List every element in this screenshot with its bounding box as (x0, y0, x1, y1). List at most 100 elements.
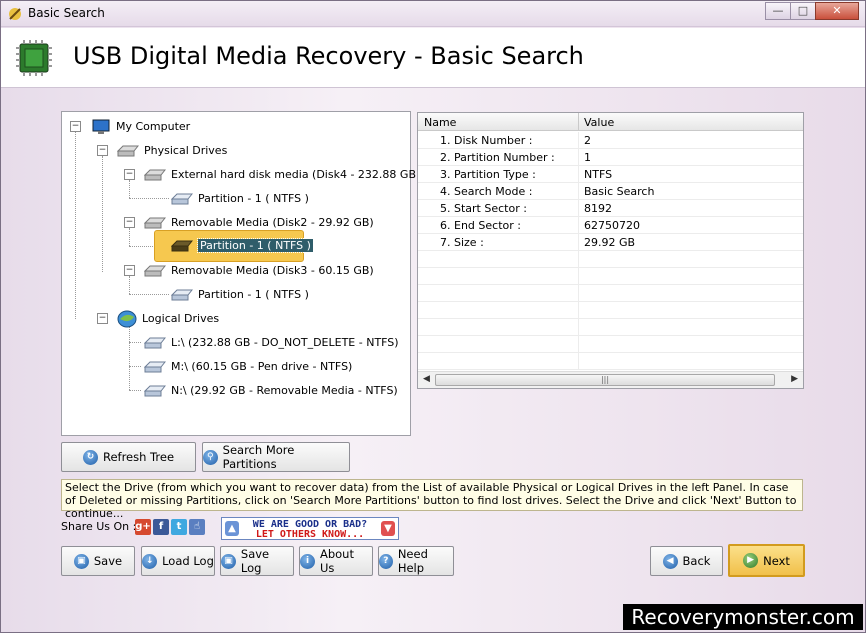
minimize-icon: — (772, 4, 784, 17)
table-row[interactable]: 5. Start Sector : 8192 (418, 200, 803, 217)
tree-label: External hard disk media (Disk4 - 232.88… (171, 168, 421, 181)
row-value: 29.92 GB (584, 236, 636, 249)
drive-icon (144, 217, 166, 229)
button-label: Need Help (397, 547, 428, 575)
load-log-button[interactable]: ↓ Load Log (141, 546, 215, 576)
tree-node-physical-drives[interactable]: Physical Drives (117, 142, 227, 160)
empty-row (418, 285, 803, 302)
collapse-toggle[interactable]: − (97, 313, 108, 324)
back-button[interactable]: ◀ Back (650, 546, 723, 576)
row-name: 6. End Sector : (440, 219, 521, 232)
need-help-button[interactable]: ? Need Help (378, 546, 454, 576)
table-row[interactable]: 1. Disk Number : 2 (418, 132, 803, 149)
search-more-partitions-button[interactable]: ⚲ Search More Partitions (202, 442, 350, 472)
facebook-icon[interactable]: f (153, 519, 169, 535)
tree-label: Removable Media (Disk3 - 60.15 GB) (171, 264, 374, 277)
thumbs-up-icon: ▲ (225, 521, 239, 536)
drive-tree[interactable]: − My Computer − Physical Drives − Extern… (61, 111, 420, 436)
feedback-banner[interactable]: ▲ WE ARE GOOD OR BAD? LET OTHERS KNOW...… (221, 517, 399, 540)
about-us-button[interactable]: i About Us (299, 546, 373, 576)
save-icon: ▣ (73, 553, 89, 569)
scroll-left-icon[interactable]: ◀ (423, 374, 430, 384)
button-label: Save Log (240, 547, 270, 575)
banner-line2: LET OTHERS KNOW... (255, 529, 365, 540)
maximize-icon: □ (797, 4, 809, 17)
tree-label: Removable Media (Disk2 - 29.92 GB) (171, 216, 374, 229)
row-value: Basic Search (584, 185, 655, 198)
button-label: Refresh Tree (102, 450, 175, 464)
maximize-button[interactable]: □ (790, 2, 816, 20)
minimize-button[interactable]: — (765, 2, 791, 20)
drive-icon (144, 169, 166, 181)
properties-grid[interactable]: Name Value 1. Disk Number : 2 2. Partitio… (417, 112, 804, 389)
tree-node-drive-m[interactable]: M:\ (60.15 GB - Pen drive - NTFS) (144, 358, 352, 376)
header-banner: USB Digital Media Recovery - Basic Searc… (1, 28, 865, 88)
tree-label: Physical Drives (144, 144, 228, 157)
scroll-thumb[interactable]: ||| (435, 374, 775, 386)
empty-row (418, 336, 803, 353)
table-row[interactable]: 6. End Sector : 62750720 (418, 217, 803, 234)
tree-node-disk2-partition1[interactable]: Partition - 1 ( NTFS ) (171, 237, 314, 255)
tree-label: Partition - 1 ( NTFS ) (198, 288, 309, 301)
horizontal-scrollbar[interactable]: ◀ ||| ▶ (418, 371, 803, 388)
column-header-name[interactable]: Name (424, 116, 456, 129)
refresh-tree-button[interactable]: ↻ Refresh Tree (61, 442, 196, 472)
tree-label: My Computer (116, 120, 191, 133)
tree-node-disk3-partition1[interactable]: Partition - 1 ( NTFS ) (171, 286, 309, 304)
drive-icon (144, 265, 166, 277)
app-window: Basic Search — □ ✕ USB Digital Media Rec… (0, 0, 866, 633)
empty-row (418, 268, 803, 285)
collapse-toggle[interactable]: − (70, 121, 81, 132)
instructions-text: Select the Drive (from which you want to… (61, 479, 803, 520)
tree-node-drive-l[interactable]: L:\ (232.88 GB - DO_NOT_DELETE - NTFS) (144, 334, 399, 352)
button-label: Next (763, 553, 790, 568)
partition-icon (171, 289, 193, 301)
tree-node-disk4-partition1[interactable]: Partition - 1 ( NTFS ) (171, 190, 309, 208)
row-name: 1. Disk Number : (440, 134, 533, 147)
watermark: Recoverymonster.com (623, 604, 863, 630)
tree-label: Partition - 1 ( NTFS ) (198, 192, 309, 205)
next-button[interactable]: ▶ Next (728, 544, 805, 577)
table-row[interactable]: 4. Search Mode : Basic Search (418, 183, 803, 200)
button-label: Load Log (162, 554, 214, 568)
tree-node-disk3[interactable]: Removable Media (Disk3 - 60.15 GB) (144, 262, 374, 280)
scroll-right-icon[interactable]: ▶ (791, 374, 798, 384)
table-row[interactable]: 3. Partition Type : NTFS (418, 166, 803, 183)
close-button[interactable]: ✕ (815, 2, 859, 20)
google-plus-icon[interactable]: g+ (135, 519, 151, 535)
tree-node-logical-drives[interactable]: Logical Drives (117, 310, 219, 328)
share-label: Share Us On : (61, 520, 137, 533)
empty-row (418, 319, 803, 336)
download-icon: ↓ (142, 553, 158, 569)
collapse-toggle[interactable]: − (124, 169, 135, 180)
drive-icon (144, 337, 166, 349)
table-row[interactable]: 7. Size : 29.92 GB (418, 234, 803, 251)
collapse-toggle[interactable]: − (97, 145, 108, 156)
close-icon: ✕ (832, 4, 842, 17)
tree-label: L:\ (232.88 GB - DO_NOT_DELETE - NTFS) (171, 336, 399, 349)
tree-label-selected: Partition - 1 ( NTFS ) (197, 238, 314, 253)
tree-node-my-computer[interactable]: My Computer (91, 118, 190, 136)
drive-icon (144, 385, 166, 397)
collapse-toggle[interactable]: − (124, 217, 135, 228)
refresh-icon: ↻ (82, 449, 98, 465)
collapse-toggle[interactable]: − (124, 265, 135, 276)
help-icon: ? (379, 553, 393, 569)
drive-icon (117, 145, 139, 157)
tree-label: N:\ (29.92 GB - Removable Media - NTFS) (171, 384, 398, 397)
chip-icon (16, 40, 52, 76)
row-name: 3. Partition Type : (440, 168, 536, 181)
table-row[interactable]: 2. Partition Number : 1 (418, 149, 803, 166)
caption-buttons: — □ ✕ (765, 2, 859, 20)
like-icon[interactable]: ☝ (189, 519, 205, 535)
globe-icon (117, 310, 137, 328)
twitter-icon[interactable]: t (171, 519, 187, 535)
column-header-value[interactable]: Value (584, 116, 614, 129)
save-log-button[interactable]: ▣ Save Log (220, 546, 294, 576)
save-button[interactable]: ▣ Save (61, 546, 135, 576)
tree-node-disk4[interactable]: External hard disk media (Disk4 - 232.88… (144, 166, 420, 184)
row-value: 62750720 (584, 219, 640, 232)
row-value: 8192 (584, 202, 612, 215)
tree-node-drive-n[interactable]: N:\ (29.92 GB - Removable Media - NTFS) (144, 382, 398, 400)
arrow-left-icon: ◀ (662, 553, 678, 569)
